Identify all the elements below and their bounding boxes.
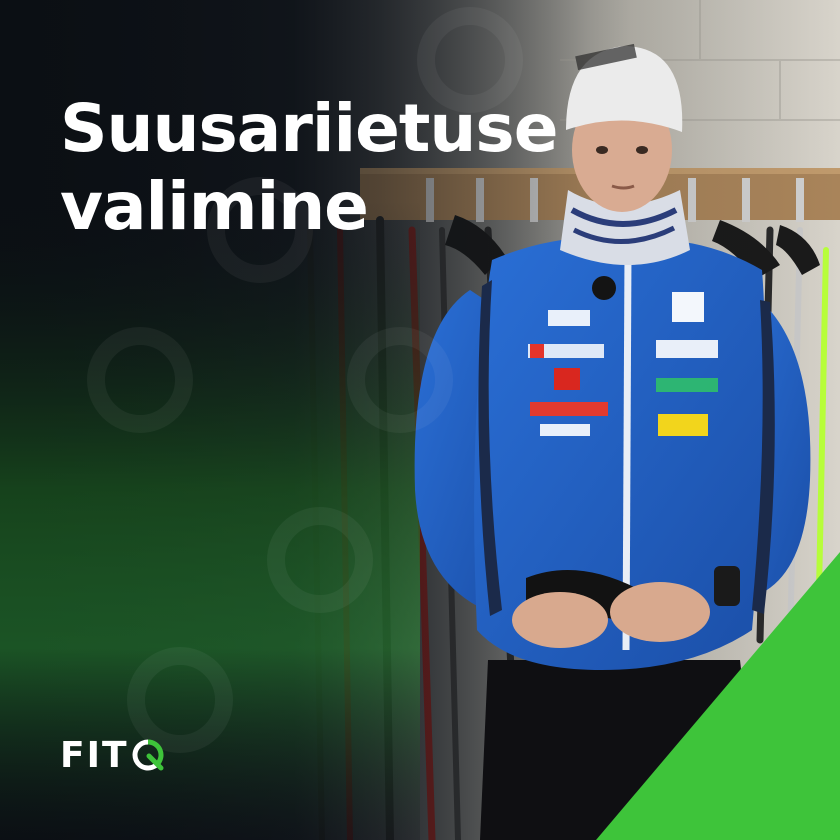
promo-card: Suusariietuse valimine FIT xyxy=(0,0,840,840)
title-line-2: valimine xyxy=(60,168,369,245)
logo-text: FIT xyxy=(60,734,129,776)
page-title: Suusariietuse valimine xyxy=(60,90,558,246)
fitq-logo: FIT xyxy=(60,734,165,776)
q-logo-icon xyxy=(132,739,164,771)
title-line-1: Suusariietuse xyxy=(60,90,558,167)
